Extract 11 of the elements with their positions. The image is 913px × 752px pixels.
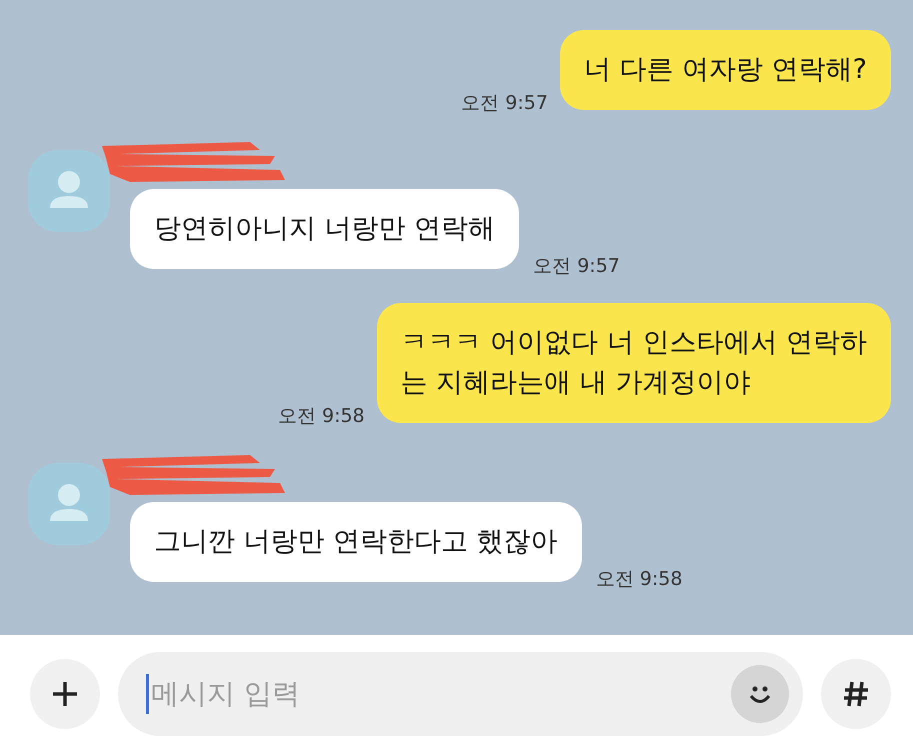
message-time: 오전 9:57 <box>461 91 548 116</box>
message-bubble: ㅋㅋㅋ 어이없다 너 인스타에서 연락하 는 지혜라는애 내 가계정이야 <box>376 303 891 423</box>
message-bubble: 그니깐 너랑만 연락한다고 했잖아 <box>130 502 582 582</box>
message-bubble: 당연히아니지 너랑만 연락해 <box>130 189 520 269</box>
message-field[interactable]: 메시지 입력 <box>118 652 803 736</box>
message-input-field[interactable]: 메시지 입력 <box>149 677 731 710</box>
message-time: 오전 9:58 <box>278 404 365 429</box>
message-bubble: 너 다른 여자랑 연락해? <box>560 30 891 110</box>
message-time: 오전 9:57 <box>533 254 620 279</box>
text-cursor <box>146 674 149 714</box>
message-time: 오전 9:58 <box>596 567 682 592</box>
